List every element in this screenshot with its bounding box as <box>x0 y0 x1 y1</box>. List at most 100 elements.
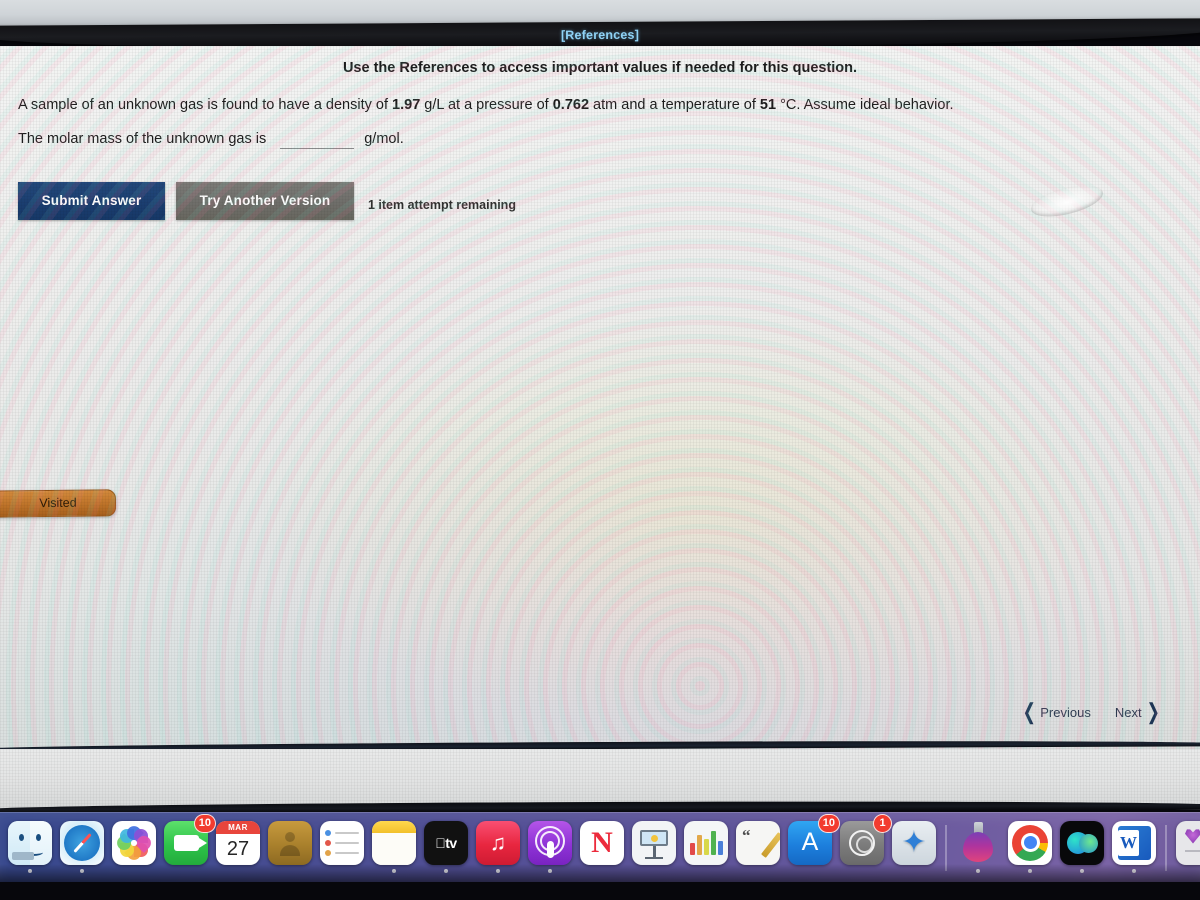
running-indicator <box>976 868 980 873</box>
dock-item-document[interactable] <box>1172 817 1200 879</box>
dock-item-dark-app[interactable] <box>1056 817 1108 879</box>
dock-item-facetime[interactable]: 10 <box>160 813 216 879</box>
answer-unit-label: g/mol. <box>364 131 404 147</box>
contacts-icon <box>268 820 312 865</box>
pager-navigation: ❮ Previous Next ❯ <box>1020 701 1162 723</box>
podcasts-icon <box>528 820 572 865</box>
question-page: Use the References to access important v… <box>0 46 1200 749</box>
try-another-version-button[interactable]: Try Another Version <box>176 182 354 220</box>
dock-item-downloads-app[interactable] <box>952 817 1004 879</box>
dock-item-system-settings[interactable]: 1 <box>836 813 892 879</box>
dock-item-safari[interactable] <box>56 817 108 879</box>
microsoft-word-icon: W <box>1112 820 1156 865</box>
running-indicator <box>704 869 708 873</box>
answer-row: The molar mass of the unknown gas is g/m… <box>18 124 1182 154</box>
dock-item-chrome[interactable] <box>1004 817 1056 879</box>
dark-app-icon <box>1060 820 1104 865</box>
question-text-d: °C. Assume ideal behavior. <box>776 97 954 113</box>
running-indicator <box>600 869 604 873</box>
download-drop-icon <box>956 821 1000 865</box>
apple-tv-icon: tv <box>424 820 468 865</box>
dock-item-apple-tv[interactable]: tv <box>420 817 472 879</box>
lower-panel-moire <box>0 749 1200 810</box>
chrome-icon <box>1008 820 1052 865</box>
running-indicator <box>184 869 188 873</box>
question-line-1: A sample of an unknown gas is found to h… <box>18 90 1182 120</box>
running-indicator <box>1080 868 1084 873</box>
action-button-row: Submit Answer Try Another Version 1 item… <box>18 182 516 220</box>
running-indicator <box>548 868 552 873</box>
next-link[interactable]: Next ❯ <box>1115 701 1162 723</box>
dock-item-photo-booth[interactable]: ✦ <box>888 817 940 879</box>
app-store-badge: 10 <box>817 813 840 833</box>
calendar-icon: MAR 27 <box>216 820 260 865</box>
reminders-icon <box>320 820 364 865</box>
safari-icon <box>60 820 104 865</box>
dock-item-photos[interactable] <box>108 817 160 879</box>
screen-glare-reflection <box>1027 179 1107 223</box>
running-indicator <box>496 868 500 873</box>
keynote-icon <box>632 820 676 865</box>
running-indicator <box>444 868 448 873</box>
running-indicator <box>340 869 344 873</box>
previous-label: Previous <box>1040 704 1091 720</box>
running-indicator <box>28 868 32 873</box>
references-link[interactable]: [References] <box>561 28 639 42</box>
dock-item-microsoft-word[interactable]: W <box>1108 817 1160 879</box>
attempts-remaining-label: 1 item attempt remaining <box>368 198 516 212</box>
molar-mass-input[interactable] <box>280 131 355 149</box>
calendar-day: 27 <box>226 838 250 860</box>
running-indicator <box>756 869 760 873</box>
previous-link[interactable]: ❮ Previous <box>1020 699 1091 724</box>
chevron-right-icon: ❯ <box>1146 699 1160 724</box>
dock-item-calendar[interactable]: MAR 27 <box>212 817 264 879</box>
chevron-left-icon: ❮ <box>1022 699 1036 724</box>
question-text-block: A sample of an unknown gas is found to h… <box>18 90 1182 154</box>
temperature-value: 51 <box>759 97 777 113</box>
references-instruction: Use the References to access important v… <box>342 60 858 76</box>
running-indicator <box>912 869 916 873</box>
density-value: 1.97 <box>392 97 421 113</box>
dock-item-podcasts[interactable] <box>524 817 576 879</box>
running-indicator <box>236 869 240 873</box>
question-text-a: A sample of an unknown gas is found to h… <box>18 97 393 113</box>
running-indicator <box>1132 868 1136 873</box>
dock-item-numbers[interactable] <box>680 817 732 879</box>
finder-icon <box>8 820 52 865</box>
photograph-of-laptop-screen: [References] Use the References to acces… <box>0 0 1200 900</box>
dock-item-notes[interactable] <box>368 817 420 879</box>
apple-tv-wordmark: tv <box>435 834 457 851</box>
dock-item-reminders[interactable] <box>316 817 368 879</box>
dock-item-pages[interactable]: “ <box>732 817 784 879</box>
running-indicator <box>288 869 292 873</box>
next-label: Next <box>1114 704 1142 720</box>
photo-booth-icon: ✦ <box>892 820 936 865</box>
submit-answer-button[interactable]: Submit Answer <box>18 182 165 220</box>
question-text-c: atm and a temperature of <box>589 97 760 113</box>
dock-item-app-store[interactable]: A 10 <box>784 813 840 879</box>
notes-icon <box>372 820 416 865</box>
dock-item-finder[interactable] <box>4 817 56 879</box>
dock-item-contacts[interactable] <box>264 817 316 879</box>
dock-item-keynote[interactable] <box>628 817 680 879</box>
dock-separator-1 <box>945 824 947 871</box>
running-indicator <box>860 869 864 873</box>
running-indicator <box>392 868 396 873</box>
screen-lower-panel <box>0 749 1200 810</box>
dock-item-news[interactable]: N <box>576 817 628 879</box>
dock-item-music[interactable]: ♫ <box>472 817 524 879</box>
running-indicator <box>808 869 812 873</box>
visited-side-tab[interactable]: Visited <box>0 489 117 518</box>
numbers-icon <box>684 820 728 865</box>
running-indicator <box>652 869 656 873</box>
running-indicator <box>132 869 136 873</box>
news-icon: N <box>580 820 624 865</box>
running-indicator <box>1196 869 1200 873</box>
answer-prompt-label: The molar mass of the unknown gas is <box>18 131 267 147</box>
macos-dock: 10 MAR 27 tv ♫ N “ A 10 1 ✦ W <box>0 812 1200 882</box>
pages-icon: “ <box>736 820 780 865</box>
pressure-value: 0.762 <box>552 97 590 113</box>
running-indicator <box>80 868 84 873</box>
running-indicator <box>1028 868 1032 873</box>
document-thumbnail-icon <box>1176 820 1200 865</box>
